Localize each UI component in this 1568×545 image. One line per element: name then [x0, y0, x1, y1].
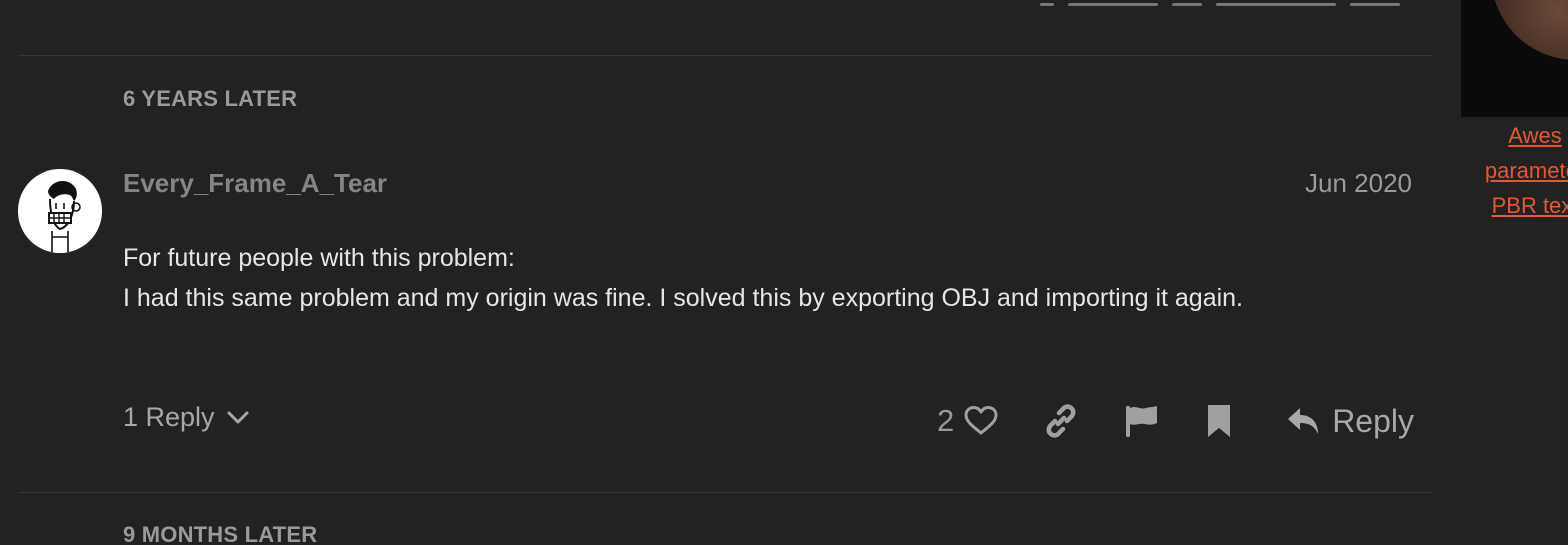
bookmark-button[interactable] [1206, 404, 1232, 438]
post-divider [18, 492, 1432, 493]
avatar-cartoon-icon [18, 169, 102, 253]
replies-count-label: 1 Reply [123, 402, 215, 432]
sidebar-promo-image[interactable] [1461, 0, 1568, 117]
sidebar-caption-line: Awes [1508, 123, 1562, 148]
post-divider [18, 55, 1432, 56]
like-count[interactable]: 2 [937, 403, 954, 439]
post-body: For future people with this problem: I h… [123, 238, 1243, 318]
reply-button-label: Reply [1332, 402, 1414, 439]
previous-post-controls-cutoff [0, 0, 1450, 10]
bookmark-icon [1208, 405, 1231, 437]
like-button[interactable] [964, 406, 998, 436]
post-actions: 2 Reply [937, 398, 1414, 444]
post-paragraph: I had this same problem and my origin wa… [123, 284, 1244, 312]
show-replies-button[interactable]: 1 Reply [123, 402, 249, 433]
topic-page: 6 YEARS LATER Every_Frame_A_Tear Jun 202… [0, 0, 1568, 545]
flag-button[interactable] [1124, 404, 1158, 438]
sidebar-caption-line: PBR text [1491, 193, 1568, 218]
post-author-username[interactable]: Every_Frame_A_Tear [123, 168, 387, 199]
time-gap-label: 9 MONTHS LATER [123, 522, 318, 545]
chevron-down-icon [227, 411, 249, 423]
post-paragraph: For future people with this problem: [123, 244, 515, 272]
post-date[interactable]: Jun 2020 [1305, 168, 1412, 199]
copy-link-button[interactable] [1044, 404, 1078, 438]
reply-arrow-icon [1288, 408, 1319, 434]
time-gap-label: 6 YEARS LATER [123, 86, 298, 111]
avatar[interactable] [18, 169, 102, 253]
reply-button[interactable]: Reply [1286, 403, 1414, 440]
heart-icon [964, 406, 998, 435]
sidebar-promo-link[interactable]: Awes parameter PBR text [1460, 118, 1568, 223]
flag-icon [1126, 406, 1158, 437]
link-icon [1046, 404, 1076, 438]
sidebar-caption-line: parameter [1484, 158, 1568, 183]
